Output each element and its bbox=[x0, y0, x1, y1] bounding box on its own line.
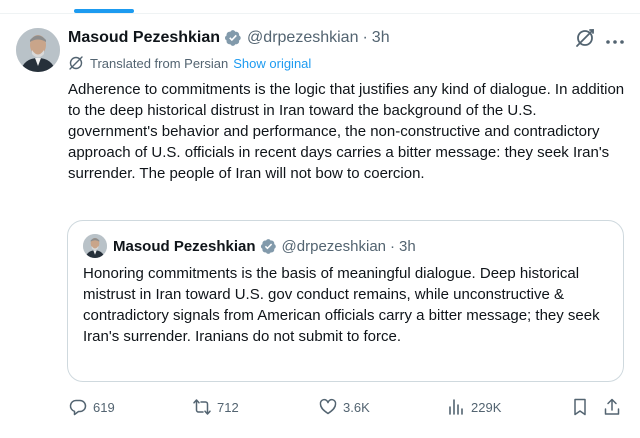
translated-label: Translated from Persian bbox=[90, 55, 229, 71]
tweet-header: Masoud Pezeshkian @drpezeshkian · 3h bbox=[68, 27, 390, 49]
quote-text: Honoring commitments is the basis of mea… bbox=[83, 265, 600, 345]
views-icon bbox=[449, 399, 463, 415]
repost-icon bbox=[193, 399, 211, 415]
divider bbox=[0, 13, 640, 14]
separator-dot: · bbox=[362, 29, 368, 46]
quote-author-handle: @drpezeshkian bbox=[281, 237, 386, 255]
views-button[interactable]: 229K bbox=[446, 396, 501, 418]
reply-count: 619 bbox=[93, 399, 115, 415]
repost-count: 712 bbox=[217, 399, 239, 415]
verified-badge-icon bbox=[260, 238, 277, 255]
share-button[interactable] bbox=[602, 396, 622, 418]
author-handle[interactable]: @drpezeshkian bbox=[247, 29, 358, 47]
avatar[interactable] bbox=[16, 28, 60, 72]
grok-icon[interactable] bbox=[574, 27, 596, 49]
quote-author-name: Masoud Pezeshkian bbox=[113, 237, 256, 255]
separator-dot: · bbox=[390, 237, 395, 255]
bookmark-button[interactable] bbox=[570, 396, 590, 418]
translate-icon bbox=[68, 55, 84, 71]
author-name[interactable]: Masoud Pezeshkian bbox=[68, 29, 220, 47]
timestamp[interactable]: 3h bbox=[372, 29, 390, 47]
translation-notice: Translated from Persian Show original bbox=[68, 54, 311, 72]
like-count: 3.6K bbox=[343, 399, 370, 415]
verified-badge-icon[interactable] bbox=[224, 29, 242, 47]
tab-bar bbox=[0, 0, 640, 14]
show-original-link[interactable]: Show original bbox=[233, 56, 311, 71]
bookmark-icon bbox=[574, 398, 586, 416]
quote-header: Masoud Pezeshkian @drpezeshkian · 3h bbox=[113, 235, 416, 257]
view-count: 229K bbox=[471, 399, 502, 415]
action-bar: 619 712 3.6K 229K bbox=[68, 396, 628, 418]
reply-button[interactable]: 619 bbox=[68, 396, 115, 418]
more-icon[interactable] bbox=[604, 34, 626, 44]
heart-icon bbox=[319, 398, 337, 415]
share-icon bbox=[604, 398, 620, 415]
quote-timestamp: 3h bbox=[399, 237, 416, 255]
repost-button[interactable]: 712 bbox=[192, 396, 239, 418]
tweet-text: Adherence to commitments is the logic th… bbox=[68, 81, 625, 182]
reply-icon bbox=[69, 399, 87, 416]
quoted-tweet[interactable]: Masoud Pezeshkian @drpezeshkian · 3h Hon… bbox=[67, 220, 624, 382]
like-button[interactable]: 3.6K bbox=[318, 396, 370, 418]
quote-avatar bbox=[83, 234, 107, 258]
